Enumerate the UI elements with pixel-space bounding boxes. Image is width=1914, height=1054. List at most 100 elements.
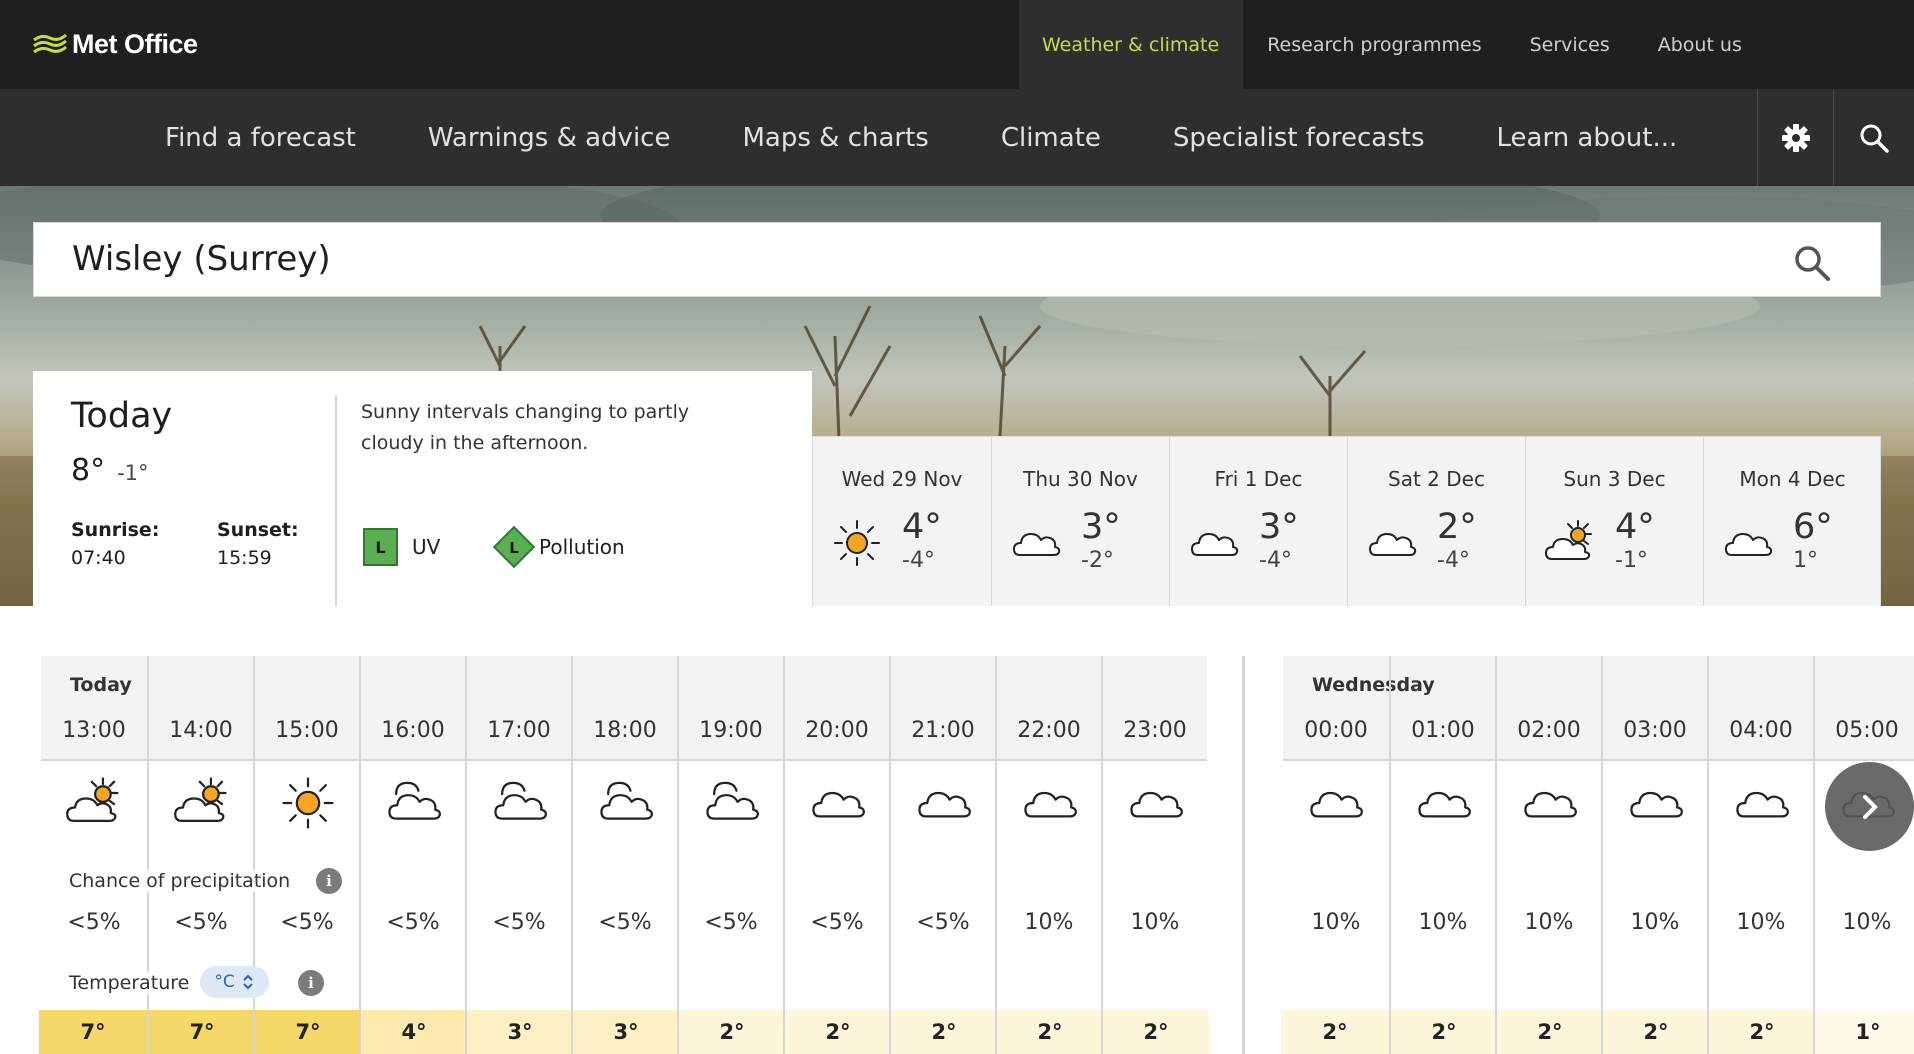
today-forecast-summary: Sunny intervals changing to partly cloud… — [361, 401, 690, 454]
temperature-row-label: Temperature — [69, 972, 190, 994]
hour-temperature: 2° — [1391, 1010, 1497, 1054]
temperature-info-icon[interactable]: i — [298, 970, 324, 996]
nav-warnings-advice[interactable]: Warnings & advice — [392, 89, 707, 186]
met-office-logo[interactable]: Met Office — [32, 24, 198, 64]
gear-icon — [1781, 123, 1810, 152]
pollution-label: Pollution — [539, 535, 625, 559]
day-name: Fri 1 Dec — [1214, 467, 1303, 491]
hour-column: 18:00 <5% 3° — [571, 656, 679, 1054]
hour-temperature: 1° — [1815, 1010, 1914, 1054]
day-name: Mon 4 Dec — [1739, 467, 1846, 491]
hour-temperature: 7° — [39, 1010, 147, 1054]
hour-time: 22:00 — [1017, 718, 1081, 743]
hour-column: 17:00 <5% 3° — [465, 656, 573, 1054]
day-card-thu[interactable]: Thu 30 Nov 3° -2° — [991, 437, 1169, 606]
day-card-wed[interactable]: Wed 29 Nov 4° -4° — [812, 437, 991, 606]
location-search-input[interactable]: Wisley (Surrey) — [72, 239, 331, 279]
top-navigation: Weather & climate Research programmes Se… — [1019, 0, 1766, 89]
day-name: Wed 29 Nov — [841, 467, 963, 491]
hour-column: 05:00 10% 1° — [1813, 656, 1914, 1054]
hour-column: 16:00 <5% 4° — [359, 656, 467, 1054]
hour-column: 00:00 10% 2° — [1281, 656, 1389, 1054]
hour-time: 18:00 — [593, 718, 657, 743]
nav-climate[interactable]: Climate — [965, 89, 1137, 186]
day-card-sun[interactable]: Sun 3 Dec 4° -1° — [1525, 437, 1703, 606]
cloudy-icon — [1188, 517, 1240, 569]
sunny-intervals-icon — [173, 774, 231, 832]
topnav-weather-climate[interactable]: Weather & climate — [1019, 0, 1244, 89]
hour-time: 16:00 — [381, 718, 445, 743]
hour-precip-chance: 10% — [1024, 910, 1074, 935]
hour-precip-chance: <5% — [67, 910, 121, 935]
day-min-temp: -1° — [1615, 548, 1648, 573]
day-min-temp: -4° — [1259, 548, 1292, 573]
hour-column: 23:00 10% 2° — [1101, 656, 1209, 1054]
cloudy-icon — [1127, 774, 1185, 832]
hour-time: 04:00 — [1729, 718, 1793, 743]
hour-temperature: 3° — [573, 1010, 679, 1054]
hour-column: 22:00 10% 2° — [995, 656, 1103, 1054]
partly-cloudy-night-icon — [385, 774, 443, 832]
hourly-forecast-wednesday: Wednesday 00:00 10% 2° 01:00 10% 2° 02:00 10% 2°… — [1281, 656, 1914, 1054]
hour-precip-chance: 10% — [1130, 910, 1180, 935]
cloudy-icon — [1722, 517, 1774, 569]
uv-label: UV — [412, 535, 441, 559]
chevron-up-down-icon — [242, 974, 253, 990]
temperature-unit-toggle[interactable]: °C — [200, 966, 269, 998]
hour-temperature: 2° — [785, 1010, 891, 1054]
nav-specialist-forecasts[interactable]: Specialist forecasts — [1137, 89, 1461, 186]
topnav-services[interactable]: Services — [1506, 0, 1634, 89]
main-navigation: Find a forecast Warnings & advice Maps &… — [0, 89, 1914, 186]
hour-time: 02:00 — [1517, 718, 1581, 743]
temperature-unit: °C — [214, 972, 235, 992]
hour-temperature: 2° — [997, 1010, 1103, 1054]
hour-column: 02:00 10% 2° — [1495, 656, 1603, 1054]
topnav-about-us[interactable]: About us — [1634, 0, 1766, 89]
hour-temperature: 2° — [679, 1010, 785, 1054]
today-summary-card[interactable]: Today 8° -1° Sunrise: 07:40 Sunset: 15:5… — [33, 371, 812, 606]
today-max-temp: 8° — [71, 453, 106, 488]
hour-column: 03:00 10% 2° — [1601, 656, 1709, 1054]
day-card-mon[interactable]: Mon 4 Dec 6° 1° — [1703, 437, 1881, 606]
hour-time: 03:00 — [1623, 718, 1687, 743]
hour-precip-chance: <5% — [174, 910, 228, 935]
day-card-sat[interactable]: Sat 2 Dec 2° -4° — [1347, 437, 1525, 606]
sunset-time: 15:59 — [217, 547, 272, 569]
search-icon[interactable] — [1792, 243, 1832, 283]
cloudy-icon — [1010, 517, 1062, 569]
scroll-next-button[interactable] — [1825, 762, 1914, 851]
hour-temperature: 4° — [361, 1010, 467, 1054]
settings-button[interactable] — [1757, 89, 1833, 186]
sunny-icon — [831, 517, 883, 569]
site-search-button[interactable] — [1833, 89, 1914, 186]
day-min-temp: 1° — [1793, 548, 1818, 573]
cloudy-icon — [1627, 774, 1685, 832]
hour-precip-chance: <5% — [916, 910, 970, 935]
nav-maps-charts[interactable]: Maps & charts — [706, 89, 964, 186]
hour-temperature: 7° — [149, 1010, 255, 1054]
day-max-temp: 2° — [1437, 507, 1477, 547]
pollution-level-badge[interactable]: L — [492, 525, 536, 569]
uv-level-badge[interactable]: L — [363, 528, 398, 566]
day-max-temp: 3° — [1259, 507, 1299, 547]
day-max-temp: 4° — [902, 507, 942, 547]
precipitation-info-icon[interactable]: i — [316, 868, 342, 894]
hour-temperature: 2° — [1281, 1010, 1389, 1054]
hour-temperature: 2° — [1603, 1010, 1709, 1054]
day-min-temp: -4° — [1437, 548, 1470, 573]
day-min-temp: -4° — [902, 548, 935, 573]
partly-cloudy-night-icon — [491, 774, 549, 832]
chevron-right-icon — [1862, 794, 1878, 819]
day-card-fri[interactable]: Fri 1 Dec 3° -4° — [1169, 437, 1347, 606]
hour-precip-chance: 10% — [1736, 910, 1786, 935]
hour-precip-chance: 10% — [1311, 910, 1361, 935]
nav-learn-about[interactable]: Learn about... — [1461, 89, 1714, 186]
pollution-badge-letter: L — [509, 539, 519, 557]
nav-find-a-forecast[interactable]: Find a forecast — [129, 89, 392, 186]
location-search-box[interactable]: Wisley (Surrey) — [33, 222, 1881, 297]
daily-forecast-strip: Wed 29 Nov 4° -4° Thu 30 Nov 3° -2° Fri … — [812, 436, 1881, 606]
brand-name: Met Office — [72, 28, 198, 59]
hour-temperature: 2° — [891, 1010, 997, 1054]
hour-column: 13:00 <5% 7° — [39, 656, 147, 1054]
topnav-research-programmes[interactable]: Research programmes — [1243, 0, 1505, 89]
